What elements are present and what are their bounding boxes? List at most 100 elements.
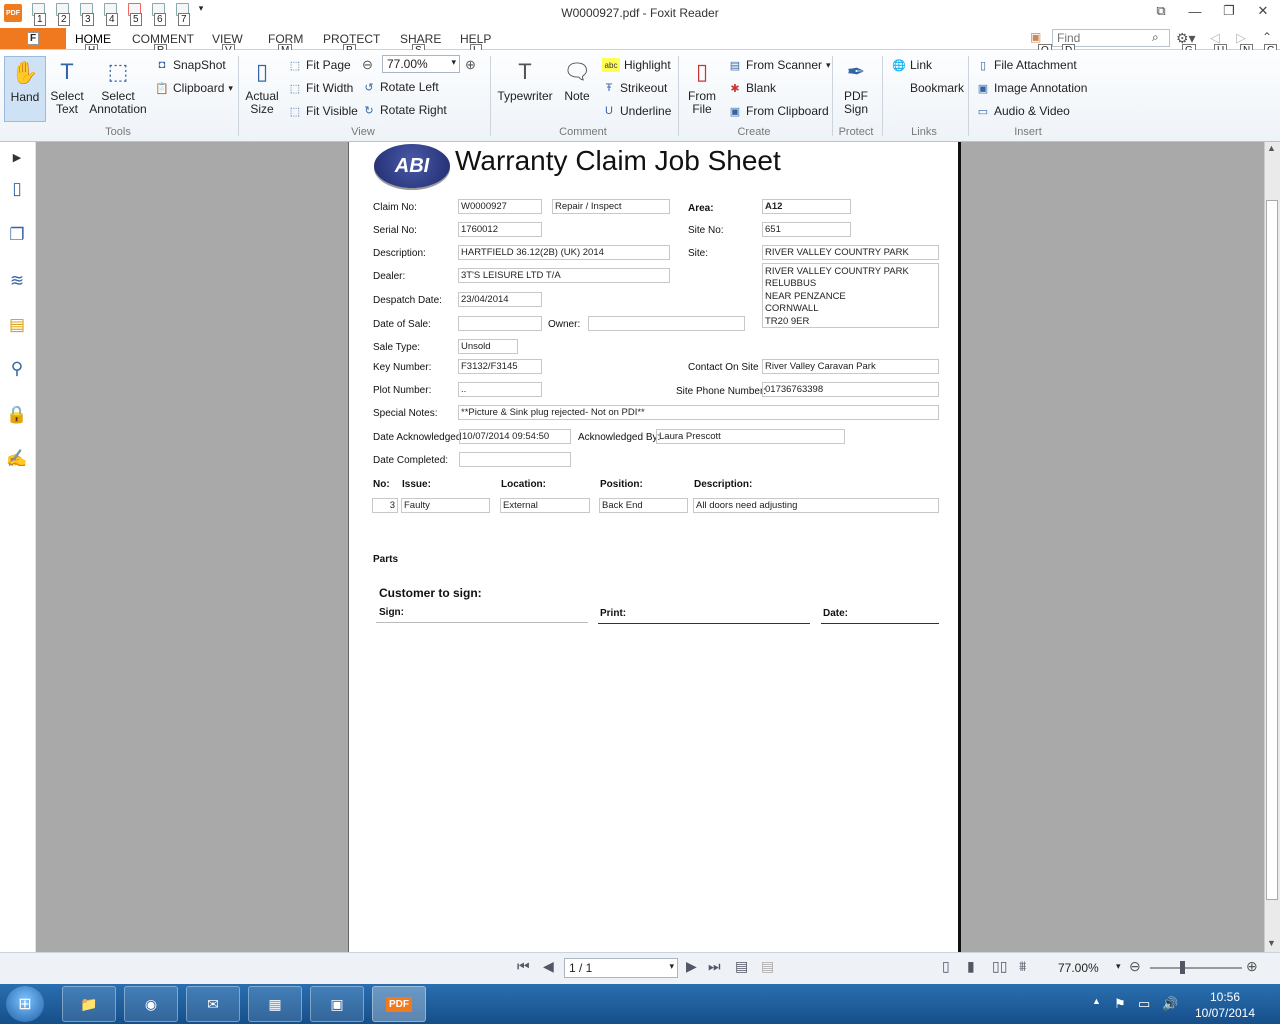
volume-icon[interactable]: 🔊 xyxy=(1162,996,1178,1012)
underline-button[interactable]: U Underline xyxy=(602,104,671,118)
fit-visible-button[interactable]: ⬚ Fit Visible xyxy=(288,104,358,118)
button-label: Highlight xyxy=(624,58,671,72)
continuous-page-icon[interactable]: ▮ xyxy=(967,958,975,975)
audio-video-button[interactable]: ▭ Audio & Video xyxy=(976,104,1070,118)
next-page-icon[interactable]: ▶ xyxy=(686,958,697,975)
acknowledged-by-value: Laura Prescott xyxy=(656,429,845,444)
file-tab[interactable]: F xyxy=(0,28,66,49)
tab-protect[interactable]: PROTECTP xyxy=(323,32,380,57)
bookmark-button[interactable]: Bookmark xyxy=(892,81,964,95)
taskbar-foxit-reader[interactable]: PDF xyxy=(372,986,426,1022)
scrollbar-thumb[interactable] xyxy=(1266,200,1278,900)
previous-view-icon[interactable]: ▤ xyxy=(735,958,748,975)
file-attachment-button[interactable]: ▯ File Attachment xyxy=(976,58,1077,72)
expand-panel-icon[interactable]: ▶ xyxy=(6,146,28,168)
button-label: Underline xyxy=(620,104,672,118)
tray-expand-icon[interactable]: ▲ xyxy=(1092,996,1101,1006)
minimize-button[interactable]: — xyxy=(1178,0,1212,22)
button-label: File Attachment xyxy=(994,58,1077,72)
zoom-status-value[interactable]: 77.00% xyxy=(1058,961,1099,975)
zoom-dropdown-icon[interactable]: ▾ xyxy=(1116,961,1121,972)
zoom-level-select[interactable]: 77.00% ▾ xyxy=(382,55,460,73)
scroll-up-icon[interactable]: ▲ xyxy=(1267,143,1276,153)
collapse-ribbon-icon[interactable]: ⌃ xyxy=(1262,30,1272,44)
tab-view[interactable]: VIEWV xyxy=(212,32,243,57)
button-label: Blank xyxy=(746,81,777,95)
button-label: Rotate Right xyxy=(380,103,447,117)
tab-share[interactable]: SHARES xyxy=(400,32,441,57)
taskbar-outlook[interactable]: ✉ xyxy=(186,986,240,1022)
zoom-out-icon[interactable]: ⊖ xyxy=(362,57,373,73)
bookmarks-panel-icon[interactable]: ▯ xyxy=(6,178,28,200)
tab-comment[interactable]: COMMENTR xyxy=(132,32,194,57)
rotate-left-button[interactable]: ↺ Rotate Left xyxy=(362,80,438,94)
system-clock[interactable]: 10:56 10/07/2014 xyxy=(1192,989,1258,1021)
facing-page-icon[interactable]: ▯▯ xyxy=(992,958,1007,975)
comments-panel-icon[interactable]: ▤ xyxy=(6,314,28,336)
network-icon[interactable]: ▭ xyxy=(1138,996,1150,1012)
maximize-button[interactable]: ❐ xyxy=(1212,0,1246,22)
scroll-down-icon[interactable]: ▼ xyxy=(1267,938,1276,948)
attachments-panel-icon[interactable]: ⚲ xyxy=(6,358,28,380)
single-page-icon[interactable]: ▯ xyxy=(942,958,950,975)
previous-page-icon[interactable]: ◀ xyxy=(543,958,554,975)
pdf-sign-button[interactable]: ✒ PDF Sign xyxy=(838,56,874,116)
signatures-panel-icon[interactable]: ✍ xyxy=(6,448,28,470)
from-clipboard-button[interactable]: ▣ From Clipboard xyxy=(728,104,829,118)
actual-size-button[interactable]: ▯ Actual Size xyxy=(244,56,280,116)
zoom-in-status-icon[interactable]: ⊕ xyxy=(1246,958,1258,975)
zoom-slider[interactable] xyxy=(1150,967,1242,969)
zoom-out-status-icon[interactable]: ⊖ xyxy=(1129,958,1141,975)
group-label-protect: Protect xyxy=(838,126,874,138)
link-button[interactable]: 🌐 Link xyxy=(892,58,932,72)
restore-layout-button[interactable]: ⧉ xyxy=(1144,0,1178,22)
button-label: SnapShot xyxy=(173,58,226,72)
from-scanner-button[interactable]: ▤ From Scanner ▾ xyxy=(728,58,831,72)
from-file-button[interactable]: ▯ From File xyxy=(684,56,720,116)
rotate-right-button[interactable]: ↻ Rotate Right xyxy=(362,103,447,117)
action-center-flag-icon[interactable]: ⚑ xyxy=(1114,996,1126,1012)
close-button[interactable]: ✕ xyxy=(1246,0,1280,22)
strikeout-button[interactable]: Ŧ Strikeout xyxy=(602,81,668,95)
button-label: Fit Page xyxy=(306,58,351,72)
taskbar-photos[interactable]: ▣ xyxy=(310,986,364,1022)
start-button[interactable]: ⊞ xyxy=(6,986,44,1022)
tab-form[interactable]: FORMM xyxy=(268,32,303,57)
search-icon[interactable]: ⌕ xyxy=(1152,30,1168,46)
zoom-slider-knob[interactable] xyxy=(1180,961,1185,974)
issue-row-issue: Faulty xyxy=(401,498,490,513)
fit-width-button[interactable]: ⬚ Fit Width xyxy=(288,81,354,95)
highlight-button[interactable]: abc Highlight xyxy=(602,58,671,72)
clock-date: 10/07/2014 xyxy=(1194,1006,1256,1020)
taskbar-explorer[interactable]: 📁 xyxy=(62,986,116,1022)
dealer-label: Dealer: xyxy=(373,271,406,282)
blank-button[interactable]: ✱ Blank xyxy=(728,81,776,95)
taskbar-calculator[interactable]: ▦ xyxy=(248,986,302,1022)
hand-tool-button[interactable]: ✋ Hand xyxy=(4,56,46,122)
first-page-icon[interactable]: ⏮ xyxy=(517,958,530,975)
tab-home[interactable]: HOMEH xyxy=(75,32,111,57)
security-lock-icon[interactable]: 🔒 xyxy=(6,404,28,426)
image-annotation-button[interactable]: ▣ Image Annotation xyxy=(976,81,1088,95)
page-number-select[interactable]: 1 / 1 ▾ xyxy=(564,958,678,978)
clipboard-button[interactable]: 📋 Clipboard ▾ xyxy=(155,81,233,95)
layers-panel-icon[interactable]: ≋ xyxy=(6,270,28,292)
button-label: Image Annotation xyxy=(994,81,1088,95)
fit-page-button[interactable]: ⬚ Fit Page xyxy=(288,58,351,72)
address-line: RIVER VALLEY COUNTRY PARK xyxy=(765,266,909,277)
note-button[interactable]: 🗨 Note xyxy=(560,56,594,103)
snapshot-button[interactable]: ◘ SnapShot xyxy=(155,58,226,72)
site-no-value: 651 xyxy=(762,222,851,237)
window-title: W0000927.pdf - Foxit Reader xyxy=(561,6,719,20)
tab-help[interactable]: HELPL xyxy=(460,32,491,57)
select-annotation-button[interactable]: ⬚ Select Annotation xyxy=(88,56,148,116)
typewriter-button[interactable]: T Typewriter xyxy=(496,56,554,103)
continuous-facing-icon[interactable]: ⩩ xyxy=(1019,958,1026,975)
pages-panel-icon[interactable]: ❐ xyxy=(6,224,28,246)
taskbar-chrome[interactable]: ◉ xyxy=(124,986,178,1022)
select-text-button[interactable]: T Select Text xyxy=(48,56,86,116)
last-page-icon[interactable]: ⏭ xyxy=(708,958,721,975)
next-view-icon[interactable]: ▤ xyxy=(761,958,774,975)
despatch-date-value: 23/04/2014 xyxy=(458,292,542,307)
zoom-in-icon[interactable]: ⊕ xyxy=(465,57,476,73)
